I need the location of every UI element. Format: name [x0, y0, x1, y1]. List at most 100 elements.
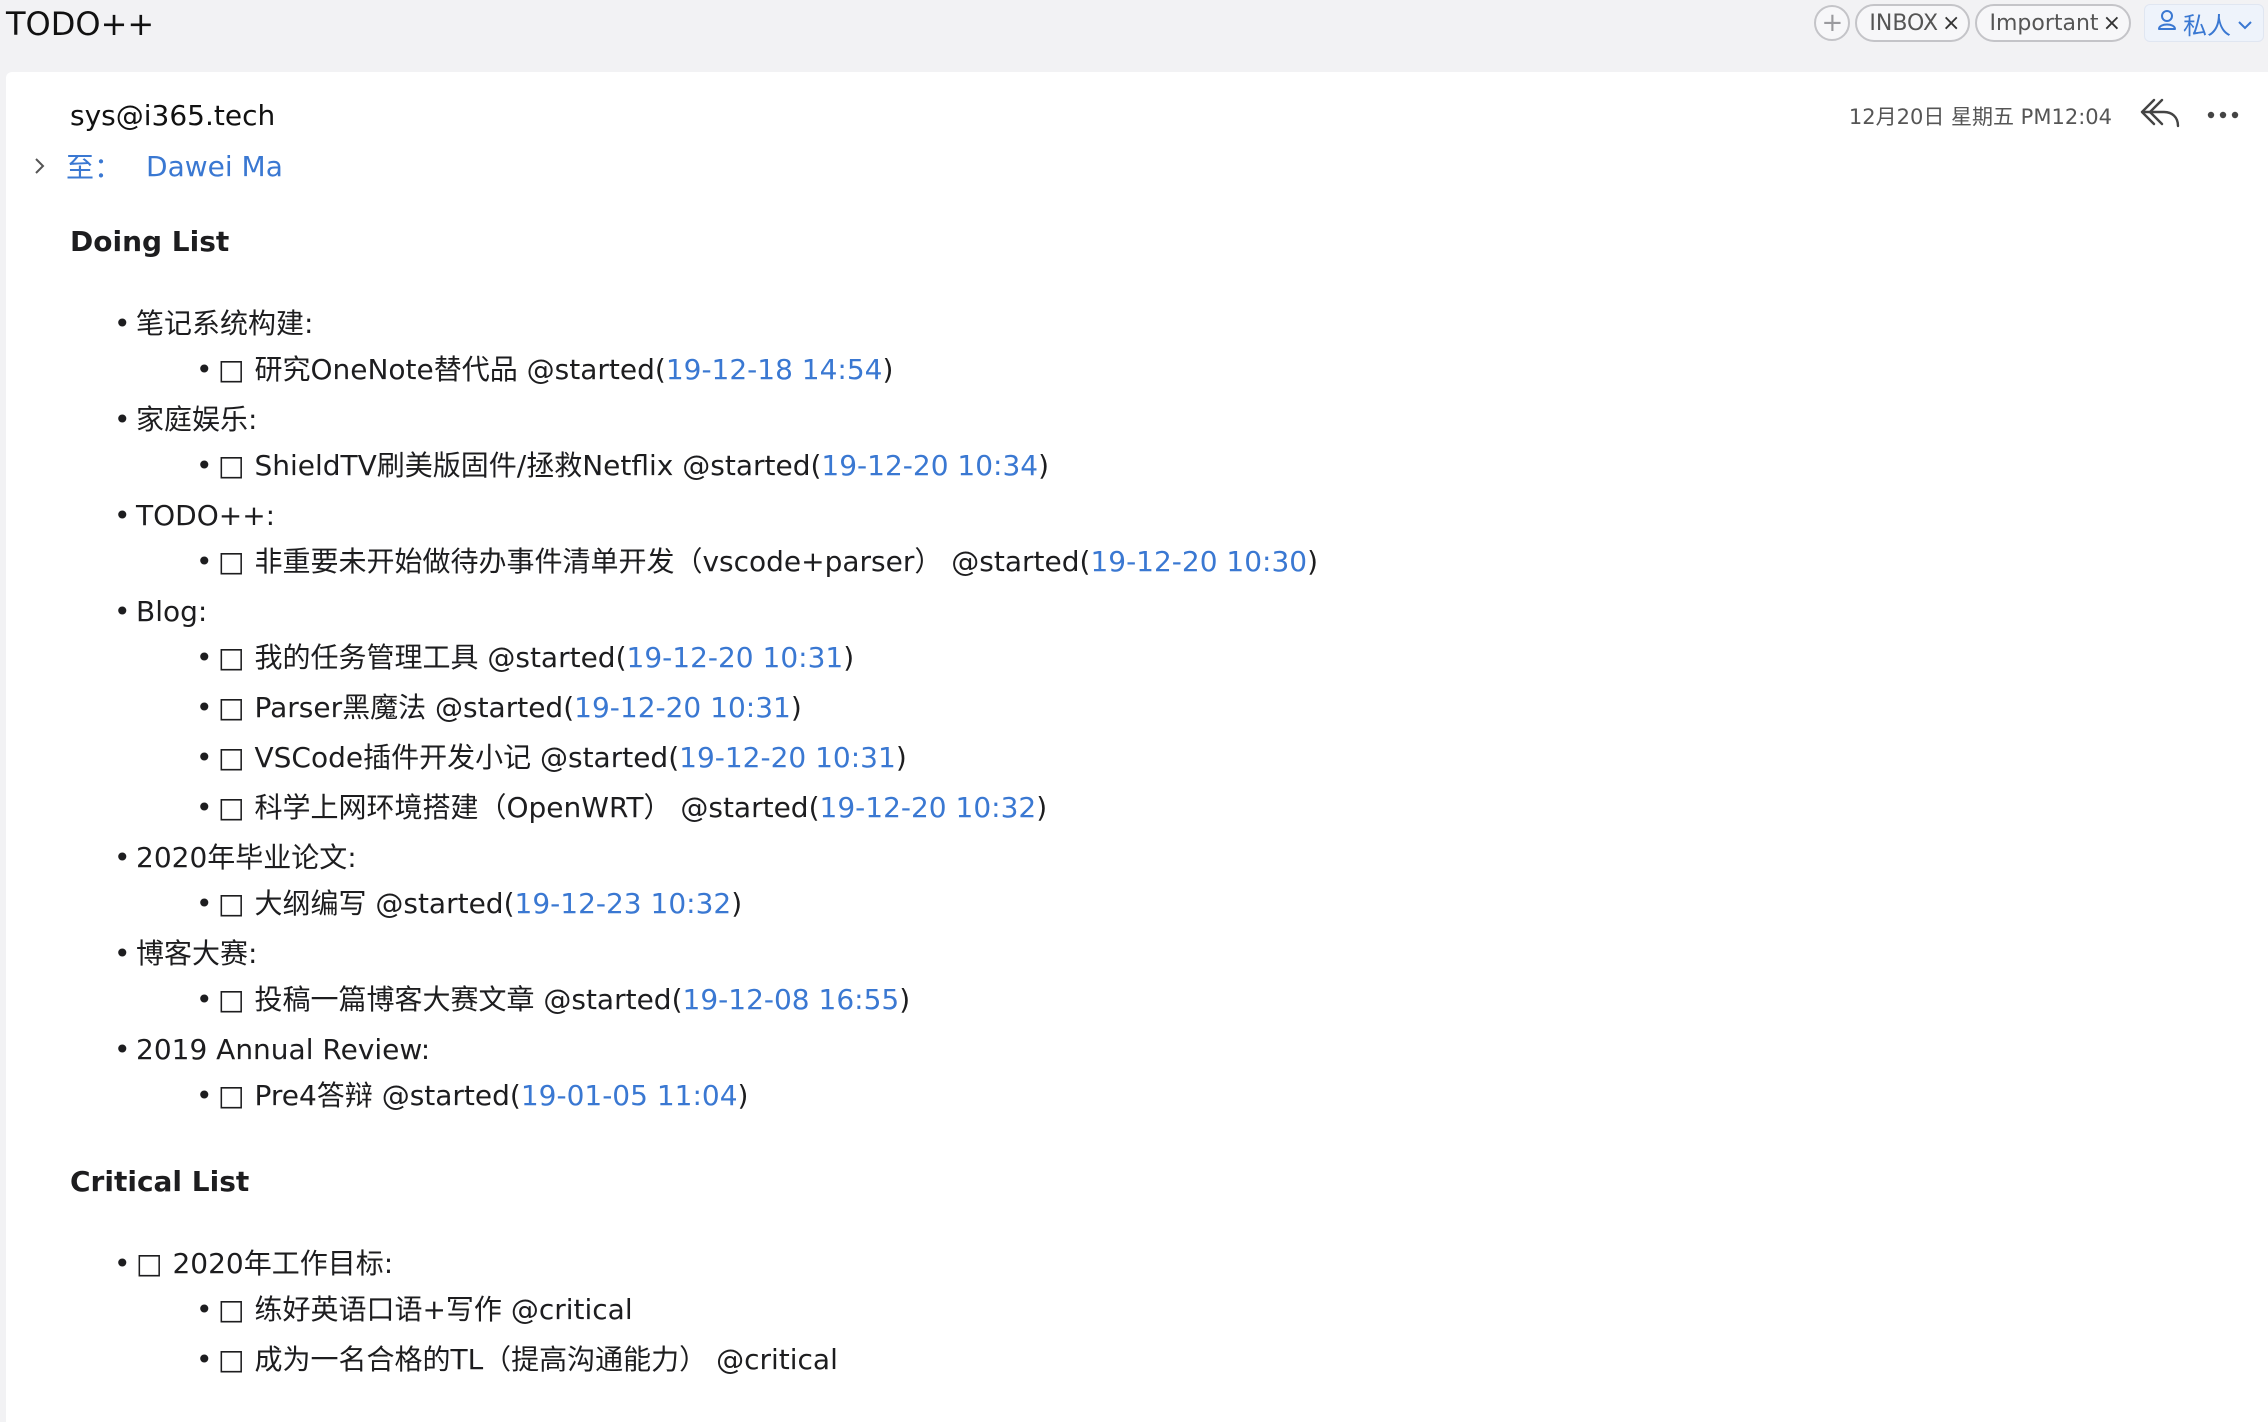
person-icon	[2157, 9, 2177, 37]
task-item: □ 非重要未开始做待办事件清单开发（vscode+parser） @started…	[136, 542, 1318, 582]
close-paren: )	[895, 741, 907, 774]
recipient-name[interactable]: Dawei Ma	[146, 150, 283, 183]
group-label: 2020年毕业论文:	[136, 841, 357, 874]
doing-list: 笔记系统构建: □ 研究OneNote替代品 @started(19-12-18 …	[70, 304, 1318, 1116]
chevron-right-icon[interactable]	[30, 156, 50, 176]
close-paren: )	[737, 1079, 749, 1112]
group-label: 笔记系统构建:	[136, 307, 314, 340]
email-card: sys@i365.tech 至： Dawei Ma 12月20日 星期五 PM1…	[6, 72, 2268, 1422]
task-text: 成为一名合格的TL（提高沟通能力） @critical	[254, 1343, 838, 1376]
task-item: □ ShieldTV刷美版固件/拯救Netflix @started(19-12-…	[136, 446, 1318, 486]
checkbox-icon[interactable]: □	[218, 980, 244, 1020]
timestamp-link[interactable]: 19-12-20 10:31	[574, 691, 791, 724]
task-text: 非重要未开始做待办事件清单开发（vscode+parser） @started(	[254, 545, 1091, 578]
group-label: 家庭娱乐:	[136, 403, 258, 436]
tag-label: Important	[1989, 10, 2099, 36]
checkbox-icon[interactable]: □	[218, 542, 244, 582]
checkbox-icon[interactable]: □	[218, 446, 244, 486]
checkbox-icon[interactable]: □	[218, 638, 244, 678]
private-account-dropdown[interactable]: 私人	[2144, 4, 2264, 42]
close-icon[interactable]: ×	[2103, 11, 2121, 36]
timestamp-link[interactable]: 19-12-20 10:30	[1090, 545, 1307, 578]
close-paren: )	[899, 983, 911, 1016]
tag-bar: + INBOX × Important × 私人	[1814, 2, 2264, 44]
close-paren: )	[882, 353, 894, 386]
timestamp-link[interactable]: 19-12-18 14:54	[666, 353, 883, 386]
timestamp-link[interactable]: 19-12-20 10:32	[820, 791, 1037, 824]
plus-icon: +	[1821, 8, 1844, 38]
list-item: 家庭娱乐: □ ShieldTV刷美版固件/拯救Netflix @started(…	[70, 400, 1318, 486]
close-paren: )	[1038, 449, 1050, 482]
app-title: TODO++	[6, 5, 155, 43]
top-bar: TODO++ + INBOX × Important × 私人	[0, 0, 2268, 70]
to-label: 至：	[66, 151, 123, 184]
checkbox-icon[interactable]: □	[218, 1290, 244, 1330]
task-text: 大纲编写 @started(	[254, 887, 515, 920]
checkbox-icon[interactable]: □	[218, 1340, 244, 1380]
task-item: □ 成为一名合格的TL（提高沟通能力） @critical	[136, 1340, 838, 1380]
timestamp-link[interactable]: 19-12-20 10:31	[679, 741, 896, 774]
checkbox-icon[interactable]: □	[218, 1076, 244, 1116]
close-paren: )	[731, 887, 743, 920]
close-icon[interactable]: ×	[1942, 11, 1960, 36]
checkbox-icon[interactable]: □	[218, 884, 244, 924]
more-options-icon[interactable]	[2206, 104, 2240, 126]
list-item: 笔记系统构建: □ 研究OneNote替代品 @started(19-12-18 …	[70, 304, 1318, 390]
checkbox-icon[interactable]: □	[136, 1244, 162, 1284]
tag-important[interactable]: Important ×	[1975, 4, 2131, 42]
tag-label: INBOX	[1869, 10, 1939, 36]
list-item: 2019 Annual Review: □ Pre4答辩 @started(19-…	[70, 1030, 1318, 1116]
task-item: □ 练好英语口语+写作 @critical	[136, 1290, 838, 1330]
task-text: 科学上网环境搭建（OpenWRT） @started(	[254, 791, 820, 824]
close-paren: )	[1307, 545, 1319, 578]
group-label: 博客大赛:	[136, 937, 258, 970]
private-label: 私人	[2183, 11, 2231, 40]
list-item: TODO++: □ 非重要未开始做待办事件清单开发（vscode+parser） …	[70, 496, 1318, 582]
timestamp-link[interactable]: 19-12-08 16:55	[683, 983, 900, 1016]
list-item: 2020年毕业论文: □ 大纲编写 @started(19-12-23 10:32…	[70, 838, 1318, 924]
timestamp-link[interactable]: 19-12-23 10:32	[515, 887, 732, 920]
critical-section: Critical List □ 2020年工作目标: □ 练好英语口语+写作 @cr…	[70, 1162, 838, 1390]
task-text: VSCode插件开发小记 @started(	[254, 741, 680, 774]
reply-icon[interactable]	[2138, 96, 2182, 132]
close-paren: )	[843, 641, 855, 674]
task-text: 练好英语口语+写作 @critical	[254, 1293, 633, 1326]
task-item: □ 我的任务管理工具 @started(19-12-20 10:31)	[136, 638, 1318, 678]
section-heading: Doing List	[70, 225, 230, 258]
task-item: □ 投稿一篇博客大赛文章 @started(19-12-08 16:55)	[136, 980, 1318, 1020]
task-text: 投稿一篇博客大赛文章 @started(	[254, 983, 683, 1016]
group-label: Blog:	[136, 595, 208, 628]
timestamp-link[interactable]: 19-01-05 11:04	[521, 1079, 738, 1112]
task-text: Pre4答辩 @started(	[254, 1079, 521, 1112]
doing-section: Doing List 笔记系统构建: □ 研究OneNote替代品 @starte…	[70, 222, 1318, 1126]
group-label: 2020年工作目标:	[172, 1247, 394, 1280]
group-label: 2019 Annual Review:	[136, 1033, 431, 1066]
group-label: TODO++:	[136, 499, 276, 532]
checkbox-icon[interactable]: □	[218, 688, 244, 728]
tag-inbox[interactable]: INBOX ×	[1855, 4, 1971, 42]
task-text: ShieldTV刷美版固件/拯救Netflix @started(	[254, 449, 822, 482]
timestamp-link[interactable]: 19-12-20 10:31	[627, 641, 844, 674]
close-paren: )	[1036, 791, 1048, 824]
task-item: □ VSCode插件开发小记 @started(19-12-20 10:31)	[136, 738, 1318, 778]
critical-list: □ 2020年工作目标: □ 练好英语口语+写作 @critical □ 成为一名合格…	[70, 1244, 838, 1380]
sender-address: sys@i365.tech	[70, 99, 276, 132]
add-tag-button[interactable]: +	[1814, 5, 1851, 41]
task-item: □ 科学上网环境搭建（OpenWRT） @started(19-12-20 10:…	[136, 788, 1318, 828]
checkbox-icon[interactable]: □	[218, 738, 244, 778]
task-item: □ Pre4答辩 @started(19-01-05 11:04)	[136, 1076, 1318, 1116]
recipient-row: 至： Dawei Ma	[30, 146, 283, 186]
email-date: 12月20日 星期五 PM12:04	[1848, 105, 2112, 129]
list-item: Blog: □我的任务管理工具 @started(19-12-20 10:31)…	[70, 592, 1318, 828]
task-text: 研究OneNote替代品 @started(	[254, 353, 666, 386]
task-text: 我的任务管理工具 @started(	[254, 641, 627, 674]
close-paren: )	[790, 691, 802, 724]
timestamp-link[interactable]: 19-12-20 10:34	[821, 449, 1038, 482]
task-item: □ Parser黑魔法 @started(19-12-20 10:31)	[136, 688, 1318, 728]
checkbox-icon[interactable]: □	[218, 350, 244, 390]
checkbox-icon[interactable]: □	[218, 788, 244, 828]
task-item: □ 研究OneNote替代品 @started(19-12-18 14:54)	[136, 350, 1318, 390]
task-text: Parser黑魔法 @started(	[254, 691, 575, 724]
list-item: □ 2020年工作目标: □ 练好英语口语+写作 @critical □ 成为一名合格…	[70, 1244, 838, 1380]
section-heading: Critical List	[70, 1165, 250, 1198]
